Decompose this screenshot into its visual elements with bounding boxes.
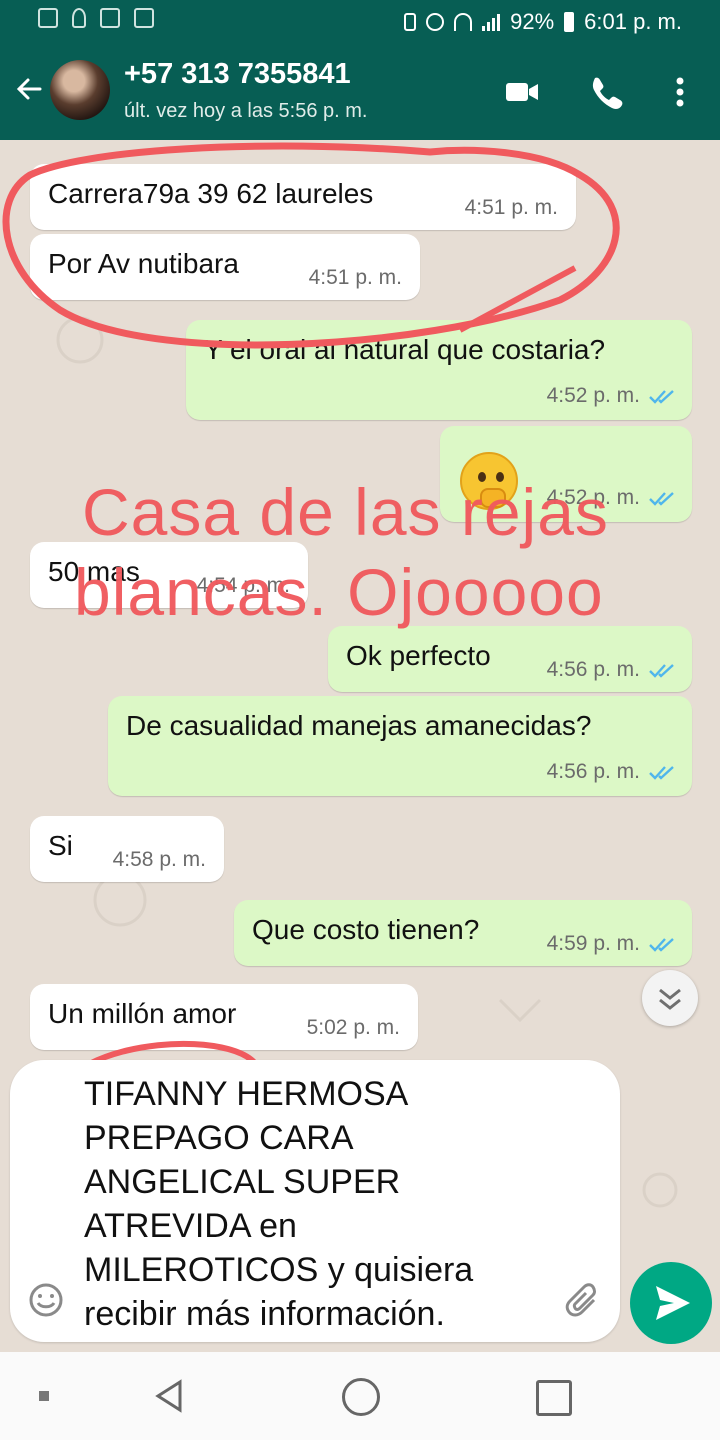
clock: 6:01 p. m. xyxy=(584,9,682,34)
message-time: 4:51 p. m. xyxy=(308,266,402,289)
paperclip-icon[interactable] xyxy=(564,1282,604,1322)
battery-icon xyxy=(564,12,575,32)
emoji-icon[interactable] xyxy=(28,1282,64,1318)
phone-call-icon[interactable] xyxy=(586,72,626,112)
message-outgoing[interactable]: De casualidad manejas amanecidas? 4:56 p… xyxy=(108,696,692,796)
last-seen: últ. vez hoy a las 5:56 p. m. xyxy=(124,100,368,122)
message-text: Si xyxy=(48,830,73,861)
message-incoming[interactable]: Carrera79a 39 62 laureles 4:51 p. m. xyxy=(30,164,576,230)
message-outgoing[interactable]: Y el oral al natural que costaria? 4:52 … xyxy=(186,320,692,420)
nav-back-icon[interactable] xyxy=(152,1378,188,1414)
nav-indicator-icon xyxy=(39,1391,49,1401)
message-time: 5:02 p. m. xyxy=(306,1016,400,1039)
avatar[interactable] xyxy=(50,60,110,120)
message-text: Y el oral al natural que costaria? xyxy=(204,334,606,365)
message-incoming[interactable]: Si 4:58 p. m. xyxy=(30,816,224,882)
read-receipt-icon xyxy=(649,766,674,780)
news-icon xyxy=(38,8,58,28)
annotation-text-line2: blancas. Ojooooo xyxy=(74,555,604,629)
message-text: De casualidad manejas amanecidas? xyxy=(126,710,592,741)
system-navigation-bar xyxy=(0,1352,720,1440)
send-button[interactable] xyxy=(630,1262,712,1344)
scroll-down-button[interactable] xyxy=(642,970,698,1026)
nav-home-icon[interactable] xyxy=(342,1378,380,1416)
back-arrow-icon[interactable] xyxy=(14,74,44,104)
contact-name[interactable]: +57 313 7355841 xyxy=(124,58,351,91)
vibrate-icon xyxy=(404,13,417,31)
read-receipt-icon xyxy=(649,492,674,506)
message-incoming[interactable]: Por Av nutibara 4:51 p. m. xyxy=(30,234,420,300)
message-text: Un millón amor xyxy=(48,998,237,1029)
more-options-icon[interactable] xyxy=(660,72,700,112)
annotation-text-line1: Casa de las rejas xyxy=(82,475,609,549)
message-text: Ok perfecto xyxy=(346,640,491,671)
read-receipt-icon xyxy=(649,664,674,678)
message-text: Que costo tienen? xyxy=(252,914,480,945)
status-bar: 92% 6:01 p. m. xyxy=(0,0,720,44)
message-time: 4:51 p. m. xyxy=(464,196,558,219)
image-icon xyxy=(100,8,120,28)
nav-recents-icon[interactable] xyxy=(536,1380,572,1416)
message-outgoing[interactable]: Ok perfecto 4:56 p. m. xyxy=(328,626,692,692)
read-receipt-icon xyxy=(649,938,674,952)
message-time: 4:59 p. m. xyxy=(546,932,640,955)
system-icons: 92% 6:01 p. m. xyxy=(404,9,682,35)
message-time: 4:58 p. m. xyxy=(112,848,206,871)
alarm-icon xyxy=(426,13,445,31)
send-icon xyxy=(656,1286,690,1320)
chevron-down-icon xyxy=(659,988,681,1010)
message-composer[interactable]: TIFANNY HERMOSA PREPAGO CARA ANGELICAL S… xyxy=(10,1060,620,1342)
message-text: Carrera79a 39 62 laureles xyxy=(48,178,374,209)
wifi-icon xyxy=(454,13,473,31)
gmail-icon xyxy=(134,8,154,28)
keyhole-icon xyxy=(72,8,86,28)
video-call-icon[interactable] xyxy=(502,72,542,112)
read-receipt-icon xyxy=(649,390,674,404)
message-time: 4:56 p. m. xyxy=(546,760,640,783)
message-time: 4:52 p. m. xyxy=(546,384,640,407)
message-time: 4:56 p. m. xyxy=(546,658,640,681)
chat-header: +57 313 7355841 últ. vez hoy a las 5:56 … xyxy=(0,44,720,140)
signal-icon xyxy=(482,13,501,31)
message-incoming[interactable]: Un millón amor 5:02 p. m. xyxy=(30,984,418,1050)
battery-percent: 92% xyxy=(510,9,555,34)
notification-icons xyxy=(38,8,154,28)
message-outgoing[interactable]: Que costo tienen? 4:59 p. m. xyxy=(234,900,692,966)
message-input[interactable]: TIFANNY HERMOSA PREPAGO CARA ANGELICAL S… xyxy=(84,1072,564,1336)
message-text: Por Av nutibara xyxy=(48,248,239,279)
